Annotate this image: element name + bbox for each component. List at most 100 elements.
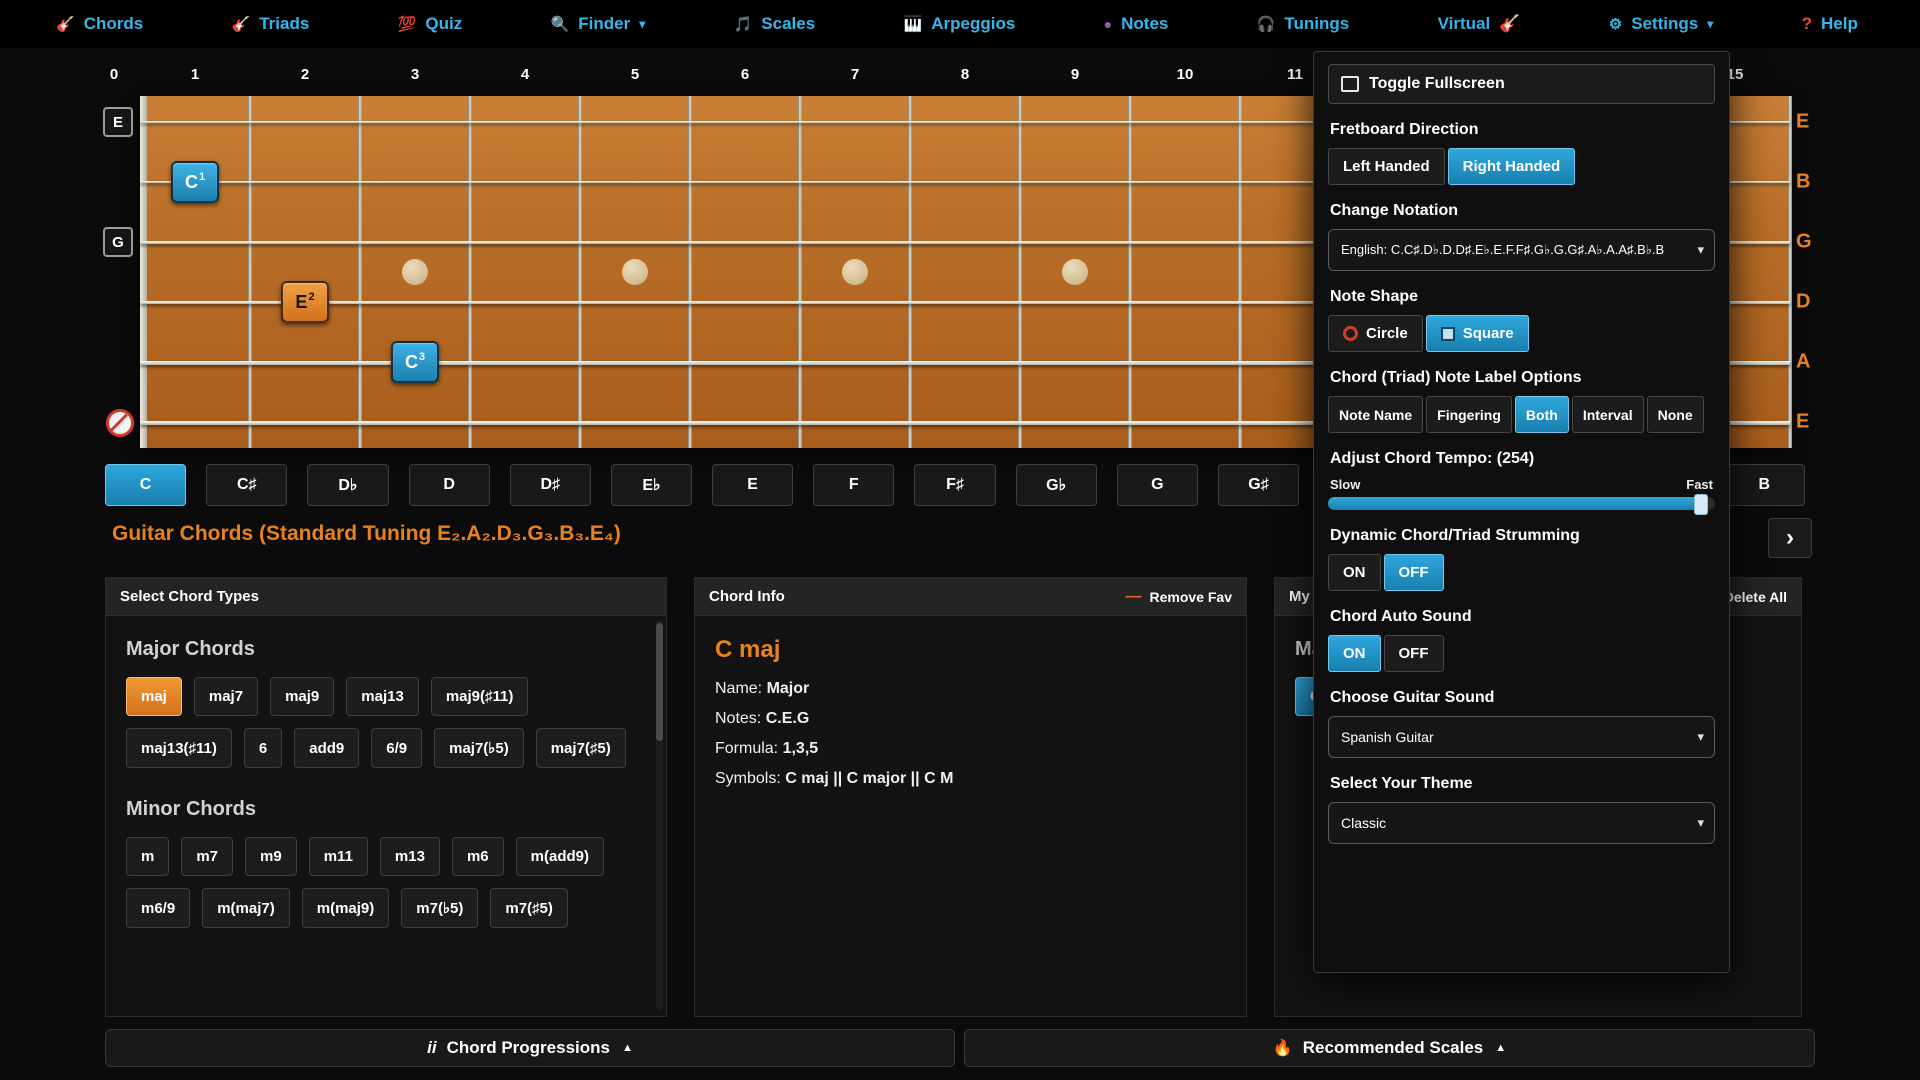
auto-sound-option-button[interactable]: OFF bbox=[1384, 635, 1444, 672]
note-label-option-button[interactable]: Both bbox=[1515, 396, 1569, 433]
nav-item-icon: 🔍 bbox=[551, 15, 570, 33]
theme-select-value: Classic bbox=[1341, 815, 1386, 831]
nav-item[interactable]: 💯 Quiz bbox=[398, 14, 463, 34]
chord-type-button[interactable]: m6 bbox=[452, 837, 504, 876]
nav-item[interactable]: ⚙ Settings ▾ bbox=[1609, 14, 1714, 34]
fretboard-direction-options: Left Handed Right Handed bbox=[1328, 148, 1715, 185]
chord-type-button[interactable]: maj7 bbox=[194, 677, 258, 716]
delete-all-label: Delete All bbox=[1724, 589, 1787, 605]
root-note-button[interactable]: G♯ bbox=[1218, 464, 1299, 506]
nav-item[interactable]: 🎹 Arpeggios bbox=[904, 14, 1016, 34]
auto-sound-option-button[interactable]: ON bbox=[1328, 635, 1381, 672]
note-marker[interactable]: C1 bbox=[171, 161, 219, 203]
root-note-button[interactable]: G bbox=[1117, 464, 1198, 506]
guitar-sound-select[interactable]: Spanish Guitar ▾ bbox=[1328, 716, 1715, 758]
note-marker-note: C bbox=[185, 172, 198, 193]
chord-type-button[interactable]: m9 bbox=[245, 837, 297, 876]
chord-type-button[interactable]: m13 bbox=[380, 837, 440, 876]
root-note-button[interactable]: D♯ bbox=[510, 464, 591, 506]
root-note-button[interactable]: B bbox=[1724, 464, 1805, 506]
chord-type-button[interactable]: maj9(♯11) bbox=[431, 677, 529, 716]
toggle-fullscreen-button[interactable]: Toggle Fullscreen bbox=[1328, 64, 1715, 104]
chord-info-row: Symbols: C maj || C major || C M bbox=[715, 770, 1226, 788]
note-marker[interactable]: E2 bbox=[281, 281, 329, 323]
strumming-option-button[interactable]: OFF bbox=[1384, 554, 1444, 591]
fret-inlay-dot bbox=[402, 259, 428, 285]
note-label-option-button[interactable]: Note Name bbox=[1328, 396, 1423, 433]
root-note-button[interactable]: C bbox=[105, 464, 186, 506]
chord-types-panel: Select Chord Types Major Chords maj maj7… bbox=[105, 577, 667, 1017]
fret-wire bbox=[248, 96, 252, 448]
chord-type-button[interactable]: maj7(♭5) bbox=[434, 728, 524, 768]
direction-option-button[interactable]: Right Handed bbox=[1448, 148, 1576, 185]
root-note-button[interactable]: E bbox=[712, 464, 793, 506]
chord-type-button[interactable]: maj13(♯11) bbox=[126, 728, 232, 768]
chord-type-button[interactable]: m(maj7) bbox=[202, 888, 290, 928]
chord-info-row-label: Notes: bbox=[715, 710, 761, 727]
chord-progressions-button[interactable]: ii Chord Progressions ▲ bbox=[105, 1029, 955, 1067]
chord-type-button[interactable]: m(add9) bbox=[516, 837, 604, 876]
recommended-scales-button[interactable]: 🔥 Recommended Scales ▲ bbox=[964, 1029, 1815, 1067]
root-note-button[interactable]: F bbox=[813, 464, 894, 506]
root-note-button[interactable]: C♯ bbox=[206, 464, 287, 506]
open-note-marker[interactable]: G bbox=[103, 227, 133, 257]
chord-type-button[interactable]: 6 bbox=[244, 728, 282, 768]
auto-sound-label: Chord Auto Sound bbox=[1330, 608, 1713, 626]
chord-info-row-label: Name: bbox=[715, 680, 762, 697]
notation-select[interactable]: English: C.C♯.D♭.D.D♯.E♭.E.F.F♯.G♭.G.G♯.… bbox=[1328, 229, 1715, 271]
chord-type-button[interactable]: maj7(♯5) bbox=[536, 728, 626, 768]
chord-type-button[interactable]: maj bbox=[126, 677, 182, 716]
note-marker[interactable]: C3 bbox=[391, 341, 439, 383]
chord-type-button[interactable]: m7(♭5) bbox=[401, 888, 478, 928]
chord-type-button[interactable]: maj9 bbox=[270, 677, 334, 716]
chord-type-button[interactable]: m7 bbox=[181, 837, 233, 876]
root-note-button[interactable]: D♭ bbox=[307, 464, 388, 506]
chord-type-button[interactable]: m11 bbox=[309, 837, 368, 876]
chord-type-button[interactable]: m(maj9) bbox=[302, 888, 390, 928]
chord-type-button[interactable]: maj13 bbox=[346, 677, 419, 716]
note-shape-option-button[interactable]: Square bbox=[1426, 315, 1529, 352]
tempo-slider[interactable] bbox=[1328, 497, 1715, 510]
tempo-slider-thumb[interactable] bbox=[1694, 494, 1708, 515]
root-note-button[interactable]: F♯ bbox=[914, 464, 995, 506]
nav-item[interactable]: ● Notes bbox=[1104, 14, 1169, 34]
chord-type-button[interactable]: m7(♯5) bbox=[490, 888, 568, 928]
chord-info-row-value: Major bbox=[767, 680, 810, 697]
caret-down-icon: ▾ bbox=[1697, 729, 1704, 745]
root-note-button[interactable]: E♭ bbox=[611, 464, 692, 506]
nav-item[interactable]: 🔍 Finder ▾ bbox=[551, 14, 646, 34]
theme-select[interactable]: Classic ▾ bbox=[1328, 802, 1715, 844]
nav-item[interactable]: 🎧 Tunings bbox=[1257, 14, 1350, 34]
string-name-label: E bbox=[1796, 111, 1809, 134]
chord-type-button[interactable]: 6/9 bbox=[371, 728, 422, 768]
direction-option-button[interactable]: Left Handed bbox=[1328, 148, 1445, 185]
note-label-option-button[interactable]: None bbox=[1647, 396, 1704, 433]
nav-item[interactable]: 🎸 Triads bbox=[232, 14, 310, 34]
strumming-option-button[interactable]: ON bbox=[1328, 554, 1381, 591]
fretboard-nut bbox=[140, 96, 147, 448]
root-note-button[interactable]: G♭ bbox=[1016, 464, 1097, 506]
nav-item[interactable]: Virtual 🎸 bbox=[1438, 14, 1521, 34]
note-label-option-button[interactable]: Fingering bbox=[1426, 396, 1512, 433]
next-arrow-button[interactable]: › bbox=[1768, 518, 1812, 558]
note-shape-option-button[interactable]: Circle bbox=[1328, 315, 1423, 352]
chord-info-row-label: Symbols: bbox=[715, 770, 781, 787]
nav-item-label: Finder bbox=[578, 14, 630, 34]
nav-item[interactable]: 🎸 Chords bbox=[56, 14, 143, 34]
root-note-button[interactable]: D bbox=[409, 464, 490, 506]
fret-wire bbox=[1788, 96, 1792, 448]
remove-fav-label: Remove Fav bbox=[1150, 589, 1232, 605]
nav-item[interactable]: ? Help bbox=[1802, 14, 1858, 34]
note-label-option-button[interactable]: Interval bbox=[1572, 396, 1644, 433]
scrollbar-thumb[interactable] bbox=[656, 623, 663, 741]
chord-type-button[interactable]: m bbox=[126, 837, 169, 876]
chord-type-button[interactable]: m6/9 bbox=[126, 888, 190, 928]
fret-number: 7 bbox=[851, 66, 859, 83]
caret-down-icon: ▾ bbox=[639, 17, 645, 31]
guitar-sound-select-value: Spanish Guitar bbox=[1341, 729, 1434, 745]
chord-type-button[interactable]: add9 bbox=[294, 728, 359, 768]
open-note-marker[interactable]: E bbox=[103, 107, 133, 137]
nav-item[interactable]: 🎵 Scales bbox=[734, 14, 816, 34]
remove-fav-button[interactable]: — Remove Fav bbox=[1126, 588, 1232, 606]
roman-numeral-icon: ii bbox=[427, 1038, 436, 1058]
